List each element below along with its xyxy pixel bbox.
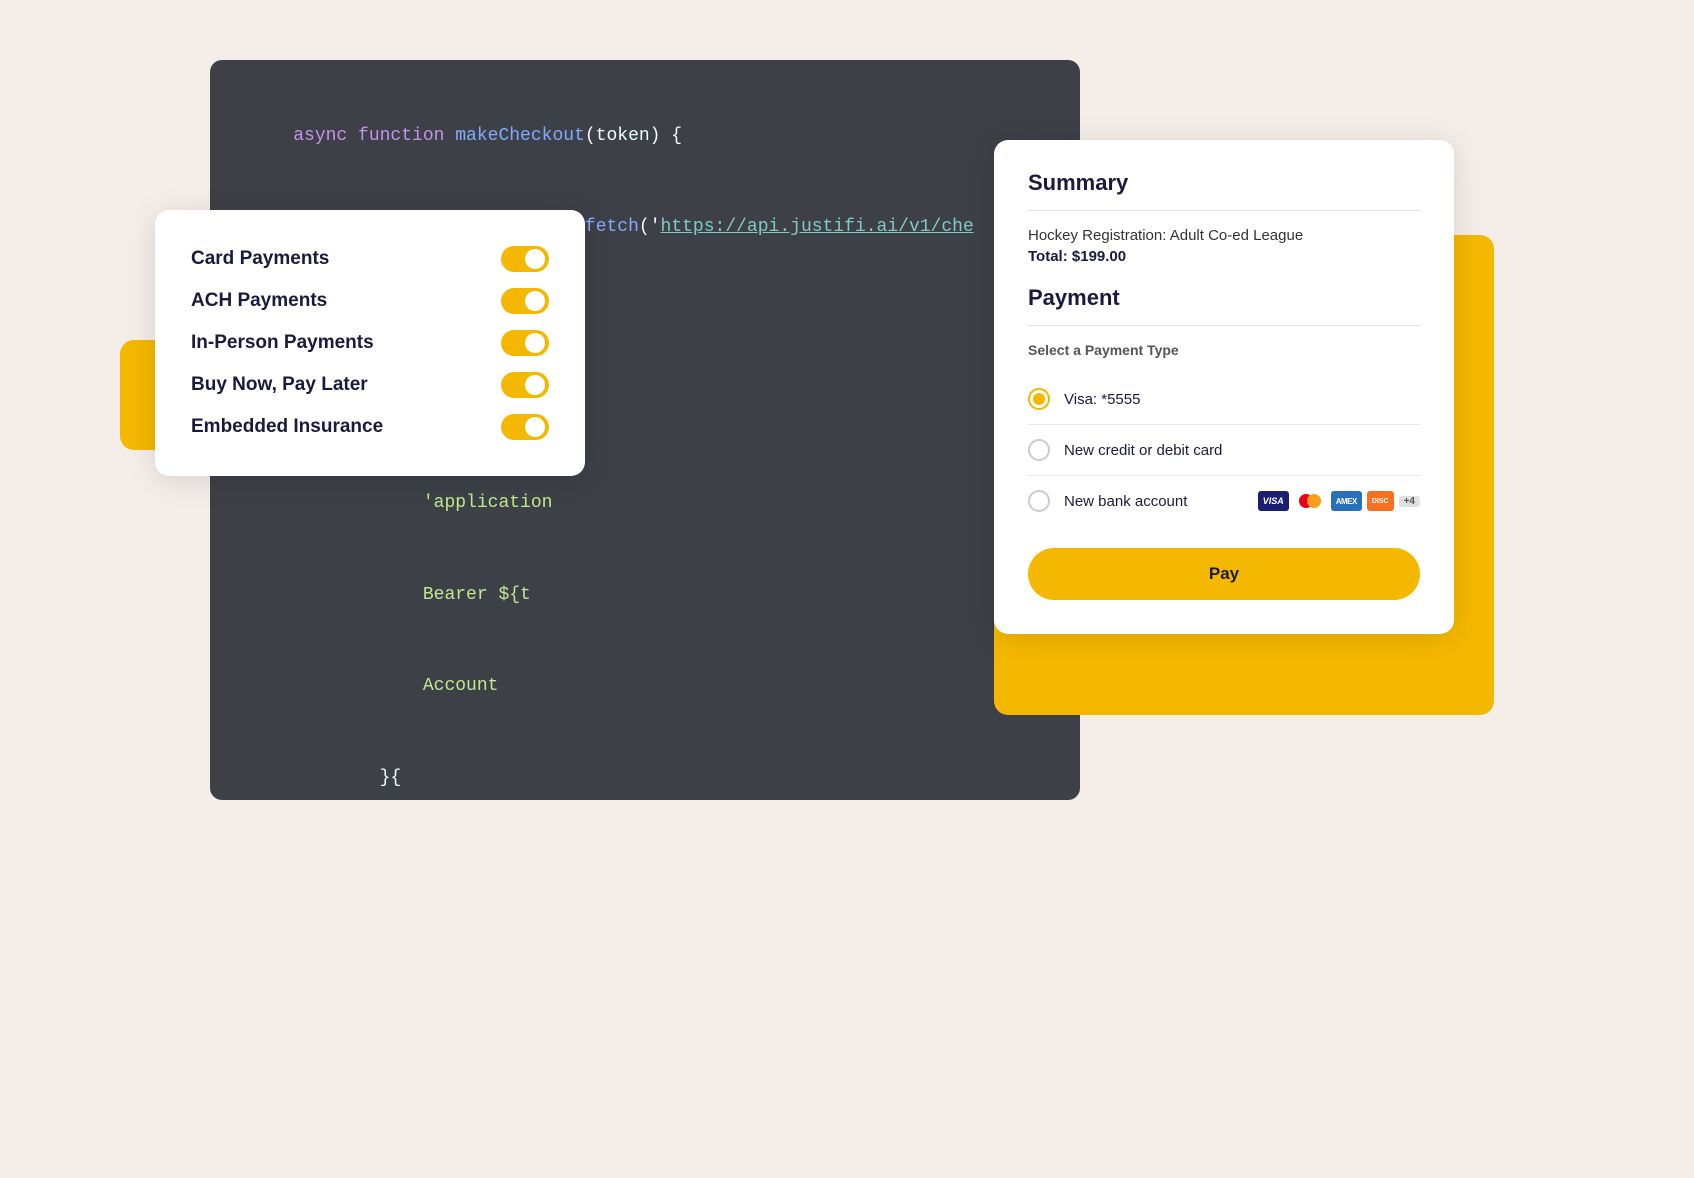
code-line: }{ bbox=[250, 732, 1040, 800]
feature-label-in-person: In-Person Payments bbox=[191, 332, 374, 354]
feature-row-ach-payments: ACH Payments bbox=[191, 280, 549, 322]
feature-row-card-payments: Card Payments bbox=[191, 238, 549, 280]
toggle-thumb-in-person bbox=[525, 333, 545, 353]
radio-new-card[interactable] bbox=[1028, 439, 1050, 461]
radio-visa[interactable] bbox=[1028, 388, 1050, 410]
amex-logo: AMEX bbox=[1331, 491, 1362, 511]
toggle-track-card-payments bbox=[501, 246, 549, 272]
feature-row-insurance: Embedded Insurance bbox=[191, 406, 549, 448]
toggle-track-ach-payments bbox=[501, 288, 549, 314]
code-line: Bearer ${t bbox=[250, 549, 1040, 641]
card-logos: VISA AMEX DISC +4 bbox=[1258, 491, 1420, 511]
payment-option-visa-label: Visa: *5555 bbox=[1064, 391, 1420, 408]
payment-title: Payment bbox=[1028, 285, 1420, 311]
more-cards-badge: +4 bbox=[1399, 496, 1420, 507]
payment-option-bank[interactable]: New bank account VISA AMEX DISC +4 bbox=[1028, 476, 1420, 526]
code-line: async function makeCheckout(token) { bbox=[250, 90, 1040, 182]
feature-label-ach-payments: ACH Payments bbox=[191, 290, 327, 312]
discover-logo: DISC bbox=[1367, 491, 1394, 511]
payment-option-visa[interactable]: Visa: *5555 bbox=[1028, 374, 1420, 425]
feature-row-bnpl: Buy Now, Pay Later bbox=[191, 364, 549, 406]
payment-option-new-card-label: New credit or debit card bbox=[1064, 442, 1420, 459]
payment-option-bank-label: New bank account bbox=[1064, 493, 1244, 510]
toggle-track-in-person bbox=[501, 330, 549, 356]
summary-divider bbox=[1028, 210, 1420, 211]
toggle-track-insurance bbox=[501, 414, 549, 440]
feature-label-card-payments: Card Payments bbox=[191, 248, 329, 270]
toggle-card-payments[interactable] bbox=[501, 246, 549, 272]
mastercard-logo bbox=[1294, 491, 1326, 511]
toggle-ach-payments[interactable] bbox=[501, 288, 549, 314]
toggle-track-bnpl bbox=[501, 372, 549, 398]
summary-total: Total: $199.00 bbox=[1028, 248, 1420, 265]
toggle-thumb-bnpl bbox=[525, 375, 545, 395]
payment-divider bbox=[1028, 325, 1420, 326]
payment-panel: Summary Hockey Registration: Adult Co-ed… bbox=[994, 140, 1454, 634]
toggle-thumb-insurance bbox=[525, 417, 545, 437]
toggle-bnpl[interactable] bbox=[501, 372, 549, 398]
toggle-thumb-ach-payments bbox=[525, 291, 545, 311]
pay-button[interactable]: Pay bbox=[1028, 548, 1420, 600]
feature-row-in-person: In-Person Payments bbox=[191, 322, 549, 364]
summary-title: Summary bbox=[1028, 170, 1420, 196]
feature-label-bnpl: Buy Now, Pay Later bbox=[191, 374, 368, 396]
code-line: Account bbox=[250, 641, 1040, 733]
features-panel: Card Payments ACH Payments In-Person Pay… bbox=[155, 210, 585, 476]
summary-description: Hockey Registration: Adult Co-ed League bbox=[1028, 227, 1420, 244]
payment-option-new-card[interactable]: New credit or debit card bbox=[1028, 425, 1420, 476]
visa-logo: VISA bbox=[1258, 491, 1289, 511]
feature-label-insurance: Embedded Insurance bbox=[191, 416, 383, 438]
radio-visa-inner bbox=[1033, 393, 1045, 405]
select-payment-label: Select a Payment Type bbox=[1028, 342, 1420, 358]
toggle-thumb-card-payments bbox=[525, 249, 545, 269]
toggle-insurance[interactable] bbox=[501, 414, 549, 440]
toggle-in-person[interactable] bbox=[501, 330, 549, 356]
radio-bank[interactable] bbox=[1028, 490, 1050, 512]
